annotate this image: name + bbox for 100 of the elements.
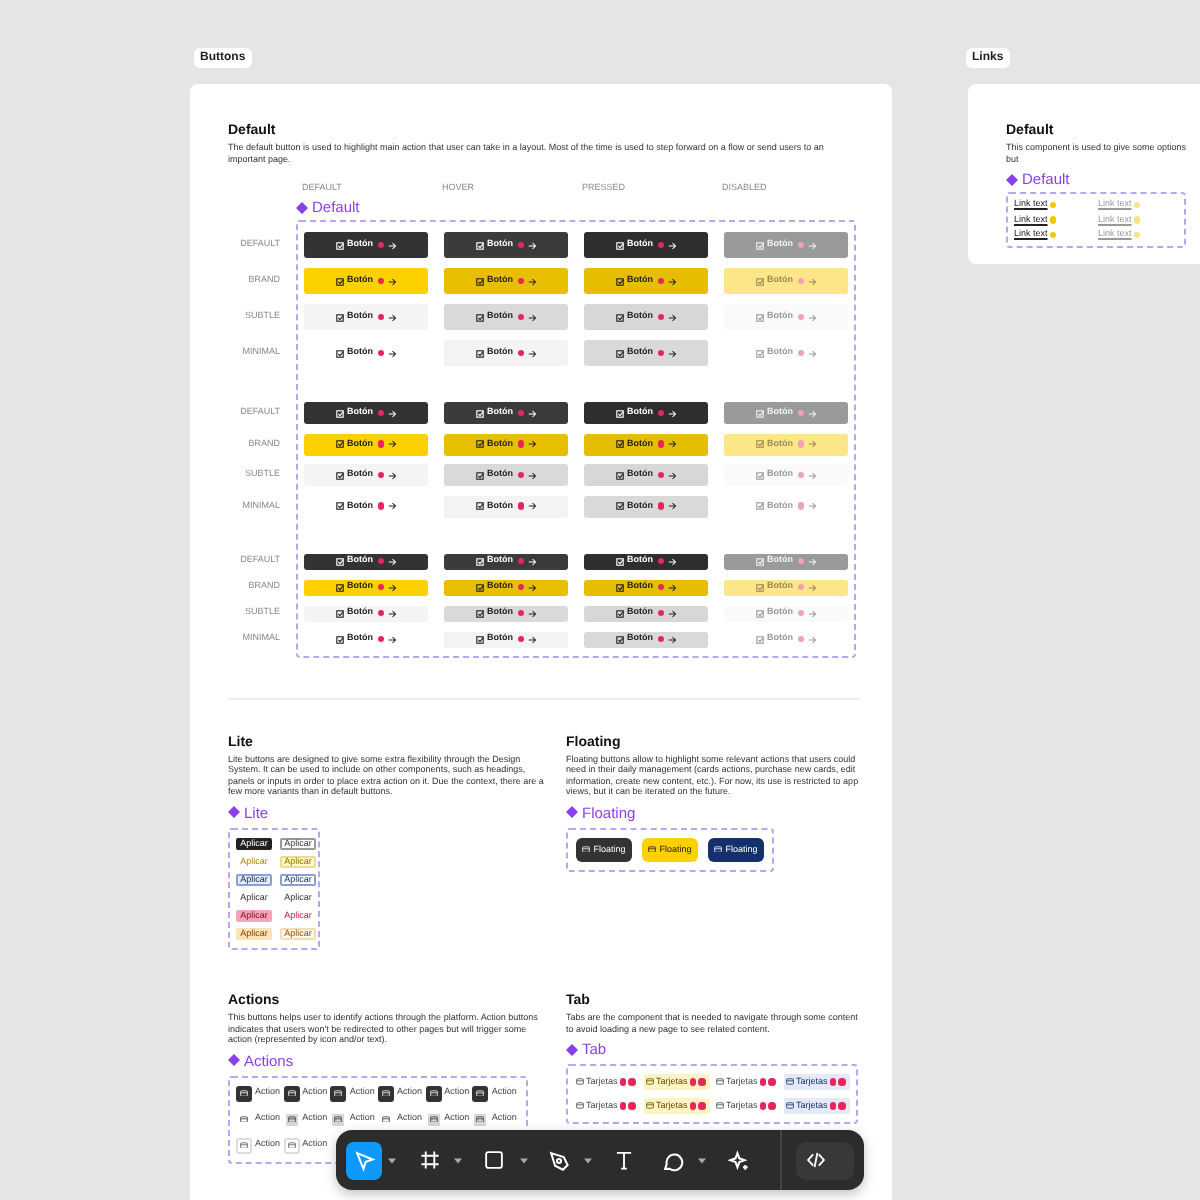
checkbox-icon [475,277,483,285]
caret-icon [388,1157,397,1163]
arrow-right-icon [528,440,537,448]
arrow-right-icon [388,440,397,448]
badge-dot [377,349,384,357]
checkbox-icon [615,241,623,249]
card-icon [287,1089,296,1097]
arrow-right-icon [668,313,677,321]
caret-icon [519,1157,527,1163]
component-icon [566,1043,578,1055]
pen-icon [548,1149,571,1171]
arrow-right-icon [388,471,397,479]
badge-dot [797,502,804,510]
card-icon [287,1141,296,1149]
arrow-right-icon [388,313,397,321]
arrow-right-icon [808,313,817,321]
badge-dot [517,349,524,357]
badge-dot [657,471,664,479]
checkbox-icon [755,241,763,249]
sparkle-icon [727,1149,750,1171]
caret-icon [697,1157,706,1163]
badge-dot [377,241,384,249]
badge-dot [797,440,804,448]
badge-dot [657,635,664,643]
checkbox-icon [335,349,343,357]
checkbox-icon [755,349,763,357]
checkbox-icon [475,557,483,565]
badge-dot [377,409,384,417]
arrow-right-icon [808,241,817,249]
badge-dot [377,440,384,448]
badge-dot [657,349,664,357]
arrow-right-icon [668,583,677,591]
checkbox-icon [475,241,483,249]
card-icon [476,1089,485,1097]
arrow-right-icon [388,557,397,565]
frame-icon [419,1150,440,1170]
badge-dot [797,313,804,321]
badge-dot [657,277,664,285]
card-icon [287,1115,296,1123]
card-icon [786,1102,794,1110]
tool-button[interactable] [346,1141,383,1179]
component-icon [228,806,240,818]
checkbox-icon [335,241,343,249]
caret-icon [584,1157,593,1163]
card-icon [786,1078,794,1086]
badge-dot [517,440,524,448]
badge-dot [797,241,804,249]
arrow-right-icon [668,440,677,448]
card-icon [240,1089,248,1097]
arrow-right-icon [808,471,817,479]
text-icon [614,1150,635,1170]
badge-dot [517,277,524,285]
card-icon [381,1115,390,1123]
arrow-right-icon [388,583,397,591]
badge-dot [797,409,804,417]
checkbox-icon [335,409,343,417]
arrow-right-icon [388,609,397,617]
badge-dot [517,635,524,643]
badge-dot [657,440,664,448]
badge-dot [797,471,804,479]
arrow-right-icon [668,609,677,617]
card-icon [429,1089,438,1097]
badge-dot [657,583,664,591]
card-icon [648,845,657,853]
arrow-right-icon [668,277,677,285]
arrow-right-icon [808,557,817,565]
pointer-icon [353,1149,376,1171]
card-icon [240,1115,248,1123]
arrow-right-icon [808,635,817,643]
badge-dot [377,557,384,565]
badge-dot [657,241,664,249]
arrow-right-icon [528,349,537,357]
badge-dot [377,583,384,591]
checkbox-icon [335,440,343,448]
card-icon [476,1115,485,1123]
badge-dot [377,502,384,510]
checkbox-icon [615,609,623,617]
card-icon [646,1102,654,1110]
checkbox-icon [335,313,343,321]
arrow-right-icon [528,409,537,417]
square-icon [484,1150,505,1170]
arrow-right-icon [528,635,537,643]
checkbox-icon [615,471,623,479]
checkbox-icon [755,635,763,643]
checkbox-icon [475,409,483,417]
arrow-right-icon [528,471,537,479]
code-icon [806,1150,827,1170]
caret-icon [453,1157,462,1163]
arrow-right-icon [808,440,817,448]
checkbox-icon [475,502,483,510]
badge-dot [377,277,384,285]
arrow-right-icon [808,277,817,285]
component-icon [566,806,578,818]
checkbox-icon [615,583,623,591]
badge-dot [797,583,804,591]
dev-mode-toggle[interactable] [796,1141,855,1179]
checkbox-icon [615,635,623,643]
checkbox-icon [475,635,483,643]
card-icon [429,1115,438,1123]
card-icon [582,845,591,853]
